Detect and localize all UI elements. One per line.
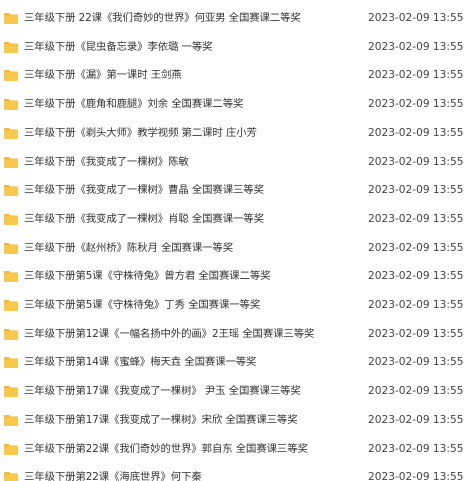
folder-icon (4, 185, 18, 197)
folder-icon (4, 99, 18, 111)
file-name: 三年级下册第17课《我变成了一棵树》宋欣 全国赛课三等奖 (24, 413, 298, 426)
file-list: 三年级下册 22课《我们奇妙的世界》何亚男 全国赛课二等奖 2023-02-09 … (0, 0, 474, 481)
file-modified-date: 2023-02-09 13:55 (368, 385, 464, 398)
file-row[interactable]: 三年级下册《鹿角和鹿腿》刘余 全国赛课二等奖 2023-02-09 13:55 (0, 91, 474, 120)
file-row[interactable]: 三年级下册《我变成了一棵树》曹晶 全国赛课三等奖 2023-02-09 13:55 (0, 177, 474, 206)
file-modified-date: 2023-02-09 13:55 (368, 98, 464, 111)
file-row[interactable]: 三年级下册第5课《守株待兔》丁秀 全国赛课一等奖 2023-02-09 13:55 (0, 292, 474, 321)
file-row[interactable]: 三年级下册第22课《海底世界》何下秦 2023-02-09 13:55 (0, 464, 474, 481)
file-modified-date: 2023-02-09 13:55 (368, 471, 464, 481)
file-modified-date: 2023-02-09 13:55 (368, 40, 464, 53)
file-name: 三年级下册《昆虫备忘录》李依璐 一等奖 (24, 40, 213, 53)
folder-icon (4, 156, 18, 168)
folder-icon (4, 386, 18, 398)
folder-icon (4, 300, 18, 311)
folder-icon (4, 41, 18, 53)
folder-icon (4, 13, 18, 24)
file-name: 三年级下册《赵州桥》陈秋月 全国赛课一等奖 (24, 241, 234, 254)
folder-icon (4, 472, 18, 481)
file-modified-date: 2023-02-09 13:55 (368, 270, 464, 283)
folder-icon (4, 357, 18, 369)
file-modified-date: 2023-02-09 13:55 (368, 212, 464, 225)
file-modified-date: 2023-02-09 13:55 (368, 442, 464, 455)
file-row[interactable]: 三年级下册第17课《我变成了一棵树》宋欣 全国赛课三等奖 2023-02-09 1… (0, 407, 474, 436)
file-name: 三年级下册第14课《蜜蜂》梅天垚 全国赛课一等奖 (24, 356, 257, 369)
file-modified-date: 2023-02-09 13:55 (368, 12, 464, 24)
file-modified-date: 2023-02-09 13:55 (368, 413, 464, 426)
file-row[interactable]: 三年级下册第12课《一幅名扬中外的画》2王瑶 全国赛课三等奖 2023-02-09… (0, 321, 474, 350)
folder-icon (4, 70, 18, 82)
file-name: 三年级下册第17课《我变成了一棵树》 尹玉 全国赛课三等奖 (24, 385, 301, 398)
file-row[interactable]: 三年级下册第14课《蜜蜂》梅天垚 全国赛课一等奖 2023-02-09 13:55 (0, 349, 474, 378)
file-modified-date: 2023-02-09 13:55 (368, 327, 464, 340)
file-row[interactable]: 三年级下册《我变成了一棵树》肖聪 全国赛课一等奖 2023-02-09 13:55 (0, 206, 474, 235)
file-modified-date: 2023-02-09 13:55 (368, 155, 464, 168)
file-name: 三年级下册《漏》第一课时 王剑燕 (24, 69, 182, 82)
file-name: 三年级下册 22课《我们奇妙的世界》何亚男 全国赛课二等奖 (24, 12, 301, 24)
file-modified-date: 2023-02-09 13:55 (368, 69, 464, 82)
file-row[interactable]: 三年级下册《漏》第一课时 王剑燕 2023-02-09 13:55 (0, 62, 474, 91)
file-name: 三年级下册第12课《一幅名扬中外的画》2王瑶 全国赛课三等奖 (24, 327, 315, 340)
file-row[interactable]: 三年级下册第22课《我们奇妙的世界》郭自东 全国赛课三等奖 2023-02-09 … (0, 436, 474, 465)
file-modified-date: 2023-02-09 13:55 (368, 356, 464, 369)
folder-icon (4, 443, 18, 455)
file-name: 三年级下册第22课《海底世界》何下秦 (24, 471, 202, 481)
file-name: 三年级下册第5课《守株待兔》丁秀 全国赛课一等奖 (24, 299, 261, 311)
file-modified-date: 2023-02-09 13:55 (368, 126, 464, 139)
folder-icon (4, 213, 18, 225)
file-name: 三年级下册《我变成了一棵树》曹晶 全国赛课三等奖 (24, 184, 264, 197)
file-name: 三年级下册第22课《我们奇妙的世界》郭自东 全国赛课三等奖 (24, 442, 308, 455)
file-row[interactable]: 三年级下册第5课《守株待兔》曾方君 全国赛课二等奖 2023-02-09 13:5… (0, 263, 474, 292)
file-row[interactable]: 三年级下册《我变成了一棵树》陈敏 2023-02-09 13:55 (0, 149, 474, 178)
folder-icon (4, 127, 18, 139)
file-row[interactable]: 三年级下册《赵州桥》陈秋月 全国赛课一等奖 2023-02-09 13:55 (0, 235, 474, 264)
file-name: 三年级下册第5课《守株待兔》曾方君 全国赛课二等奖 (24, 270, 271, 283)
file-name: 三年级下册《我变成了一棵树》肖聪 全国赛课一等奖 (24, 212, 264, 225)
file-modified-date: 2023-02-09 13:55 (368, 241, 464, 254)
file-name: 三年级下册《我变成了一棵树》陈敏 (24, 155, 189, 168)
file-row[interactable]: 三年级下册《昆虫备忘录》李依璐 一等奖 2023-02-09 13:55 (0, 34, 474, 63)
file-name: 三年级下册《剃头大师》教学视频 第二课时 庄小芳 (24, 126, 257, 139)
folder-icon (4, 271, 18, 283)
file-modified-date: 2023-02-09 13:55 (368, 299, 464, 311)
folder-icon (4, 242, 18, 254)
file-row[interactable]: 三年级下册《剃头大师》教学视频 第二课时 庄小芳 2023-02-09 13:55 (0, 120, 474, 149)
file-modified-date: 2023-02-09 13:55 (368, 184, 464, 197)
folder-icon (4, 328, 18, 340)
folder-icon (4, 414, 18, 426)
file-name: 三年级下册《鹿角和鹿腿》刘余 全国赛课二等奖 (24, 98, 244, 111)
file-row[interactable]: 三年级下册 22课《我们奇妙的世界》何亚男 全国赛课二等奖 2023-02-09 … (0, 5, 474, 34)
file-row[interactable]: 三年级下册第17课《我变成了一棵树》 尹玉 全国赛课三等奖 2023-02-09 … (0, 378, 474, 407)
